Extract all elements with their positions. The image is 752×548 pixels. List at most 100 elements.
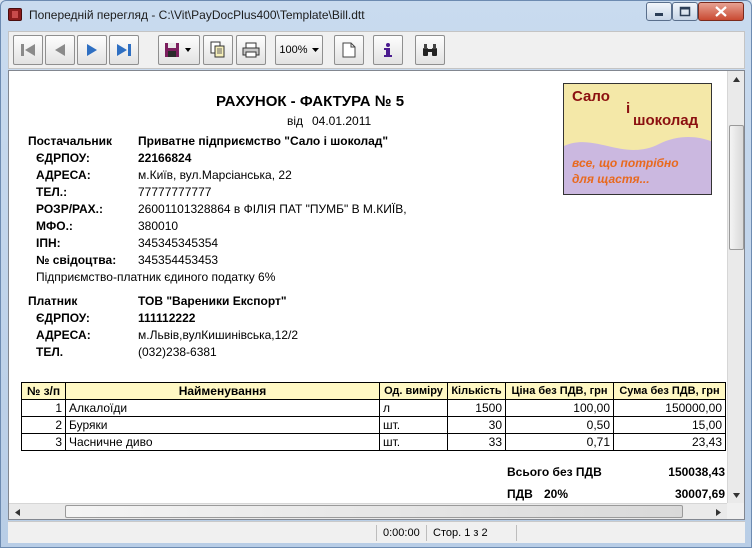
page-setup-icon [342, 42, 356, 58]
item-name: Алкалоїди [65, 399, 380, 417]
vat-value: 30007,69 [674, 487, 725, 501]
payer-edrpou-label: ЄДРПОУ: [36, 311, 90, 325]
item-quantity: 33 [447, 433, 506, 451]
supplier-mfo-label: МФО.: [36, 219, 73, 233]
vertical-scroll-thumb[interactable] [729, 125, 744, 250]
zoom-dropdown[interactable]: 100% [275, 35, 323, 65]
supplier-label: Постачальник [28, 134, 112, 148]
payer-address-label: АДРЕСА: [36, 328, 91, 342]
table-row: 1 Алкалоїди л 1500 100,00 150000,00 [21, 399, 726, 417]
scroll-right-button[interactable] [710, 504, 727, 519]
payer-label: Платник [28, 294, 78, 308]
next-page-button[interactable] [77, 35, 107, 65]
item-unit: шт. [379, 416, 448, 434]
status-page: Стор. 1 з 2 [426, 525, 516, 541]
page-setup-button[interactable] [334, 35, 364, 65]
row-number: 3 [21, 433, 66, 451]
payer-phone: (032)238-6381 [138, 345, 217, 359]
row-number: 2 [21, 416, 66, 434]
first-page-icon [21, 44, 35, 56]
supplier-account-label: РОЗР/РАХ.: [36, 202, 103, 216]
find-button[interactable] [415, 35, 445, 65]
logo-slogan-1: все, що потрібно [572, 156, 679, 170]
save-button[interactable] [158, 35, 200, 65]
supplier-ipn-label: ІПН: [36, 236, 61, 250]
item-unit: шт. [379, 433, 448, 451]
horizontal-scroll-thumb[interactable] [65, 505, 683, 518]
vat-rate: 20% [544, 487, 569, 501]
status-bar: 0:00:00 Стор. 1 з 2 [8, 521, 745, 543]
last-page-icon [117, 44, 131, 56]
minimize-button[interactable] [646, 2, 672, 21]
supplier-name: Приватне підприємство "Сало і шоколад" [138, 134, 389, 148]
item-name: Часничне диво [65, 433, 380, 451]
payer-edrpou: 111112222 [138, 311, 196, 325]
scroll-corner [727, 503, 744, 519]
payer-address: м.Львів,вулКишинівська,12/2 [138, 328, 298, 342]
column-header: Ціна без ПДВ, грн [505, 382, 614, 400]
scroll-up-button[interactable] [728, 71, 744, 87]
total-no-vat-value: 150038,43 [668, 465, 725, 479]
column-header: Сума без ПДВ, грн [613, 382, 726, 400]
supplier-edrpou: 22166824 [138, 151, 192, 165]
table-row: 2 Буряки шт. 30 0,50 15,00 [21, 416, 726, 434]
find-icon [423, 44, 437, 56]
payer-name: ТОВ "Вареники Експорт" [138, 294, 287, 308]
row-number: 1 [21, 399, 66, 417]
supplier-phone-label: ТЕЛ.: [36, 185, 68, 199]
supplier-certificate-label: № свідоцтва: [36, 253, 117, 267]
payer-phone-label: ТЕЛ. [36, 345, 64, 359]
title-bar[interactable]: Попередній перегляд - C:\Vit\PayDocPlus4… [1, 1, 751, 29]
item-price: 0,71 [505, 433, 614, 451]
tax-note: Підприємство-платник єдиного податку 6% [36, 270, 276, 284]
company-logo: Сало і шоколад все, що потрібно для щаст… [563, 83, 712, 195]
item-sum: 150000,00 [613, 399, 726, 417]
last-page-button[interactable] [109, 35, 139, 65]
logo-text-2: і [626, 100, 631, 117]
chevron-left-icon [15, 508, 20, 516]
save-icon [165, 43, 191, 57]
supplier-ipn: 345345345354 [138, 236, 219, 250]
print-icon [242, 42, 260, 58]
previous-page-icon [55, 44, 65, 56]
next-page-icon [87, 44, 97, 56]
date-label: від [287, 114, 304, 128]
table-row: 3 Часничне диво шт. 33 0,71 23,43 [21, 433, 726, 451]
close-icon [715, 6, 727, 17]
supplier-address: м.Київ, вул.Марсіанська, 22 [138, 168, 292, 182]
print-button[interactable] [236, 35, 266, 65]
previous-page-button[interactable] [45, 35, 75, 65]
column-header: Кількість [447, 382, 506, 400]
info-icon [384, 43, 392, 57]
horizontal-scrollbar[interactable] [9, 503, 727, 519]
vertical-scrollbar[interactable] [727, 71, 744, 503]
preview-window: Попередній перегляд - C:\Vit\PayDocPlus4… [0, 0, 752, 548]
chevron-down-icon [311, 47, 319, 52]
copy-button[interactable] [203, 35, 233, 65]
invoice-title: РАХУНОК - ФАКТУРА № 5 [216, 93, 405, 110]
item-quantity: 1500 [447, 399, 506, 417]
maximize-icon [679, 6, 691, 17]
item-unit: л [379, 399, 448, 417]
supplier-mfo: 380010 [138, 219, 179, 233]
first-page-button[interactable] [13, 35, 43, 65]
info-button[interactable] [373, 35, 403, 65]
zoom-value: 100% [279, 44, 308, 56]
preview-area: РАХУНОК - ФАКТУРА № 5 від 04.01.2011 Пос… [8, 70, 745, 520]
column-header: № з/п [21, 382, 66, 400]
scroll-down-button[interactable] [728, 487, 744, 503]
logo-text-3: шоколад [633, 112, 699, 129]
toolbar: 100% [8, 31, 745, 69]
scroll-left-button[interactable] [9, 504, 26, 519]
window-title: Попередній перегляд - C:\Vit\PayDocPlus4… [29, 8, 365, 22]
maximize-button[interactable] [672, 2, 698, 21]
close-button[interactable] [698, 2, 744, 21]
item-price: 100,00 [505, 399, 614, 417]
chevron-down-icon [733, 492, 740, 498]
column-header: Найменування [65, 382, 380, 400]
status-time: 0:00:00 [376, 525, 426, 541]
item-quantity: 30 [447, 416, 506, 434]
item-sum: 23,43 [613, 433, 726, 451]
status-empty [516, 525, 744, 541]
item-price: 0,50 [505, 416, 614, 434]
